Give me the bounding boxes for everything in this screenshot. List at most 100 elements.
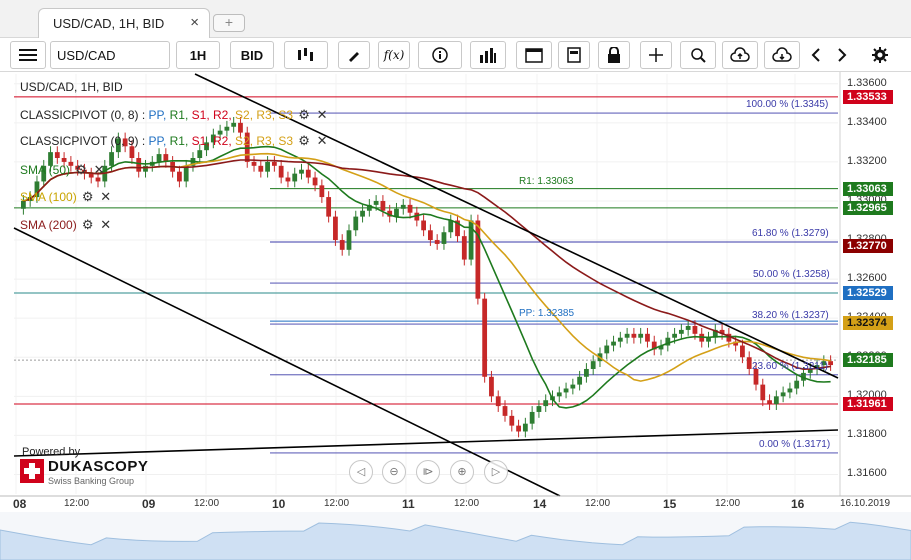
candle-body xyxy=(156,154,162,162)
candle-body xyxy=(828,361,833,366)
candle-body xyxy=(434,240,440,244)
candle-body xyxy=(271,161,277,166)
x-tick-label: 15 xyxy=(663,497,677,511)
candle-body xyxy=(787,388,793,393)
close-icon[interactable]: ✕ xyxy=(99,189,113,205)
pivot-item-s3: S3 xyxy=(278,108,294,122)
candle-body xyxy=(502,406,508,416)
candle-body xyxy=(780,392,786,397)
close-icon[interactable]: ✕ xyxy=(315,107,329,123)
scroll-left-button[interactable]: ◁ xyxy=(349,460,373,484)
candle-body xyxy=(333,216,338,241)
candle-body xyxy=(624,333,630,338)
sma100-label: SMA (100) xyxy=(20,190,77,204)
sma50-line xyxy=(23,145,831,409)
sma100-line xyxy=(23,152,831,382)
price-tag: 1.32770 xyxy=(843,238,893,253)
candle-body xyxy=(251,161,257,166)
reset-view-button[interactable]: ⧐ xyxy=(416,460,440,484)
candle-body xyxy=(109,152,114,166)
annotation-pp: PP: 1.32385 xyxy=(519,308,575,320)
gear-icon[interactable]: ⚙ xyxy=(74,162,88,178)
gear-icon[interactable]: ⚙ xyxy=(297,107,311,123)
price-tag: 1.32529 xyxy=(843,285,893,300)
zoom-out-button[interactable]: ⊖ xyxy=(382,460,406,484)
legend-sma50: SMA (50) ⚙ ✕ xyxy=(20,162,106,178)
brand-sub: Swiss Banking Group xyxy=(48,476,135,486)
x-tick-label: 08 xyxy=(13,497,27,511)
candle-body xyxy=(400,204,406,209)
zoom-in-button[interactable]: ⊕ xyxy=(450,460,474,484)
candle-body xyxy=(590,361,596,369)
candle-series xyxy=(21,116,833,438)
candle-body xyxy=(536,406,542,412)
price-tag: 1.32185 xyxy=(843,353,893,368)
moving-averages xyxy=(23,145,831,409)
x-tick-label: 12:00 xyxy=(324,498,350,509)
candle-body xyxy=(604,345,610,354)
candle-body xyxy=(678,329,684,334)
candle-body xyxy=(54,152,60,158)
price-tag: 1.33063 xyxy=(843,181,893,196)
candle-body xyxy=(556,392,562,397)
pivot-item-s1: S1, xyxy=(191,108,214,122)
candle-body xyxy=(197,150,203,158)
y-tick-label: 1.33200 xyxy=(847,154,887,167)
pivot-item-s2: S2, xyxy=(235,108,257,122)
candle-body xyxy=(285,177,291,182)
candle-body xyxy=(767,400,772,405)
candle-body xyxy=(353,216,359,231)
candle-body xyxy=(299,169,304,174)
x-tick-label: 16.10.2019 xyxy=(840,498,891,509)
close-icon[interactable]: ✕ xyxy=(99,217,113,233)
pivot-item-r2: R2, xyxy=(213,108,236,122)
x-tick-label: 12:00 xyxy=(194,498,220,509)
gear-icon[interactable]: ⚙ xyxy=(81,217,95,233)
price-tag: 1.33533 xyxy=(843,89,893,104)
close-icon[interactable]: ✕ xyxy=(315,133,329,149)
legend-pivot-8: CLASSICPIVOT (0, 8) : PP, R1, S1, R2, S2… xyxy=(20,107,329,123)
candle-body xyxy=(143,165,148,172)
trend-line-support xyxy=(13,429,839,457)
annotation-r1: R1: 1.33063 xyxy=(519,175,574,187)
candle-body xyxy=(645,333,650,342)
annotation-fib236: 23.60 % (1.3211) xyxy=(752,360,828,372)
candle-body xyxy=(360,210,365,217)
y-tick-label: 1.32600 xyxy=(847,272,887,285)
candle-body xyxy=(794,380,800,389)
annotation-fib382: 38.20 % (1.3237) xyxy=(752,310,829,322)
y-tick-label: 1.31800 xyxy=(847,428,887,441)
powered-by-text: Powered by xyxy=(22,446,81,458)
candle-body xyxy=(305,169,311,178)
pivot-item-pp: PP, xyxy=(148,134,170,148)
candle-body xyxy=(570,384,576,389)
legend-pivot-9: CLASSICPIVOT (0, 9) : PP, R1, S1, R2, S2… xyxy=(20,133,329,149)
brand-name: DUKASCOPY xyxy=(48,458,149,475)
candle-body xyxy=(543,400,549,407)
scroll-right-button[interactable]: ▷ xyxy=(484,460,508,484)
candle-body xyxy=(529,411,535,424)
x-tick-label: 12:00 xyxy=(585,498,611,509)
pivot-item-r2: R2, xyxy=(213,134,236,148)
gear-icon[interactable]: ⚙ xyxy=(81,189,95,205)
x-tick-label: 16 xyxy=(791,497,805,511)
y-tick-label: 1.31600 xyxy=(847,467,887,480)
y-tick-label: 1.33400 xyxy=(847,115,887,128)
candle-body xyxy=(522,423,528,432)
gear-icon[interactable]: ⚙ xyxy=(297,133,311,149)
candle-body xyxy=(638,333,644,338)
candle-body xyxy=(428,230,433,241)
pivot-item-r3: R3, xyxy=(256,134,279,148)
candle-body xyxy=(136,158,142,172)
candle-body xyxy=(95,177,101,182)
candle-body xyxy=(672,333,677,338)
legend-sma200: SMA (200) ⚙ ✕ xyxy=(20,217,113,233)
candle-body xyxy=(489,376,494,397)
close-icon[interactable]: ✕ xyxy=(92,162,106,178)
x-tick-label: 12:00 xyxy=(64,498,90,509)
pivot-item-r3: R3, xyxy=(256,108,279,122)
candle-body xyxy=(611,341,616,346)
pivot-item-s3: S3 xyxy=(278,134,294,148)
x-tick-label: 11 xyxy=(402,497,415,511)
candle-body xyxy=(448,220,454,233)
